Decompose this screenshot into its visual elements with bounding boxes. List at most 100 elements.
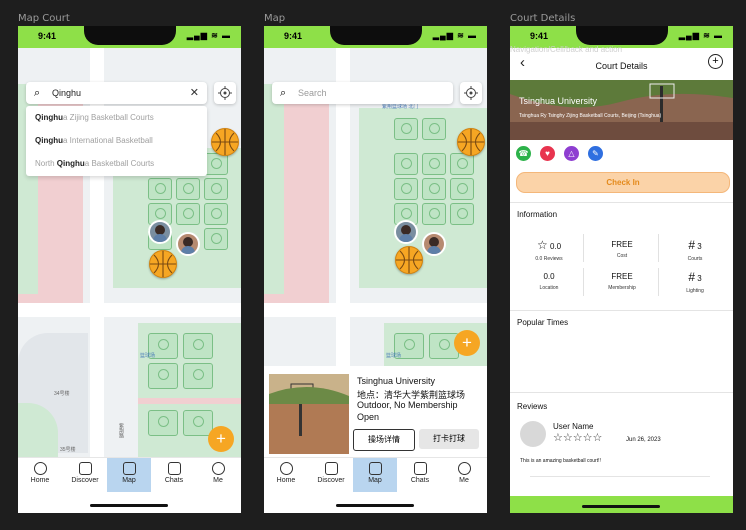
locate-button[interactable]	[214, 82, 236, 104]
locate-button[interactable]	[460, 82, 482, 104]
compass-icon	[324, 462, 338, 475]
clear-icon[interactable]: ✕	[190, 86, 199, 99]
stat-rating: ☆ 0.0 0.0 Reviews	[535, 238, 563, 262]
status-time: 9:41	[284, 31, 303, 41]
review-text: This is an amazing basketball court!!	[520, 458, 601, 464]
search-bar[interactable]: ⌕ Search	[272, 82, 453, 104]
add-button[interactable]: +	[208, 426, 234, 452]
check-in-play-button[interactable]: 打卡打球	[419, 429, 479, 449]
user-avatar-marker[interactable]	[394, 220, 418, 244]
phone-map-court: 9:41 ▂▄▆ ≋ ▬ 篮球场 34号楼 35号楼 紫荆路 ⌕ Qinghu …	[18, 26, 241, 513]
home-indicator	[336, 504, 414, 507]
user-avatar-marker[interactable]	[176, 232, 200, 256]
tab-map[interactable]: Map	[107, 458, 151, 492]
home-icon	[279, 462, 293, 475]
status-bar: 9:41 ▂▄▆ ≋ ▬	[18, 26, 241, 48]
star-icon: ☆	[536, 238, 548, 252]
search-bar[interactable]: ⌕ Qinghu ✕	[26, 82, 207, 104]
court-details-button[interactable]: 操场详情	[353, 429, 415, 451]
basketball-marker-selected[interactable]	[395, 246, 423, 274]
court-tags: Outdoor, No Membership	[357, 400, 458, 410]
reviews-heading: Reviews	[517, 402, 548, 411]
check-in-button[interactable]: Check In	[516, 172, 730, 193]
suggestion-item[interactable]: Qinghua International Basketball	[35, 136, 153, 145]
basketball-marker-selected[interactable]	[149, 250, 177, 278]
map-label-court: 篮球场	[386, 353, 402, 359]
reviewer-avatar	[520, 421, 546, 447]
reviewer-name: User Name	[553, 422, 594, 431]
stat-membership: FREE Membership	[608, 272, 636, 291]
stat-cost: FREE Cost	[611, 240, 633, 259]
home-indicator	[582, 505, 660, 508]
edit-icon[interactable]: ✎	[588, 146, 603, 161]
frame-label-court-details: Court Details	[510, 13, 576, 24]
popular-times-heading: Popular Times	[517, 318, 569, 327]
phone-icon[interactable]: ☎	[516, 146, 531, 161]
stat-lighting: # 3 Lighting	[686, 270, 704, 294]
home-indicator	[90, 504, 168, 507]
phone-court-details: 9:41 ▂▄▆ ≋ ▬ Navigation/Cell/back and ac…	[510, 26, 733, 513]
bell-icon[interactable]: △	[564, 146, 579, 161]
user-avatar-marker[interactable]	[148, 220, 172, 244]
map-label-bldg-35: 35号楼	[60, 447, 76, 453]
divider	[510, 310, 733, 311]
stat-courts: # 3 Courts	[687, 238, 703, 262]
review-stars: ☆☆☆☆☆	[553, 432, 603, 444]
court-photo	[269, 374, 349, 454]
tab-discover[interactable]: Discover	[63, 458, 107, 492]
heart-icon[interactable]: ♥	[540, 146, 555, 161]
hero-address: Tsinghua Ry Tsinghy Zijing Basketball Co…	[519, 113, 662, 119]
system-icons: ▂▄▆ ≋ ▬	[432, 31, 477, 40]
tab-chats[interactable]: Chats	[398, 458, 442, 492]
map-label-building: 紫荆篮球场 北门	[382, 104, 419, 110]
court-hero-image: Tsinghua University Tsinghua Ry Tsinghy …	[510, 80, 733, 140]
suggestion-item[interactable]: North Qinghua Basketball Courts	[35, 159, 154, 168]
map-label-bldg-34: 34号楼	[54, 391, 70, 397]
tab-me[interactable]: Me	[442, 458, 486, 492]
chat-icon	[413, 462, 427, 475]
page-title: Court Details	[595, 61, 648, 71]
tab-me[interactable]: Me	[196, 458, 240, 492]
tab-map[interactable]: Map	[353, 458, 397, 492]
status-bar: 9:41 ▂▄▆ ≋ ▬	[264, 26, 487, 48]
search-input[interactable]: Search	[298, 88, 327, 98]
review-date: Jun 26, 2023	[626, 437, 661, 443]
status-time: 9:41	[530, 31, 549, 41]
search-input[interactable]: Qinghu	[52, 88, 81, 98]
tab-home[interactable]: Home	[264, 458, 308, 492]
hash-icon: #	[688, 270, 695, 284]
tab-discover[interactable]: Discover	[309, 458, 353, 492]
tab-home[interactable]: Home	[18, 458, 62, 492]
map-icon	[368, 462, 382, 475]
notch	[330, 26, 422, 45]
map-icon	[122, 462, 136, 475]
court-card[interactable]: Tsinghua University 地点：清华大学紫荆篮球场 Outdoor…	[264, 366, 487, 457]
system-icons: ▂▄▆ ≋ ▬	[186, 31, 231, 40]
phone-map: 9:41 ▂▄▆ ≋ ▬ 紫荆篮球场 北门 篮球场 ⌕ Search + Tsi…	[264, 26, 487, 513]
crosshair-icon	[464, 86, 478, 100]
user-avatar-marker[interactable]	[422, 232, 446, 256]
user-icon	[211, 462, 225, 475]
search-suggestions: Qinghua Zijing Basketball Courts Qinghua…	[26, 106, 207, 176]
add-button[interactable]: +	[454, 330, 480, 356]
court-status: Open	[357, 412, 380, 422]
frame-label-map: Map	[264, 13, 286, 24]
navigation-component-label: Navigation/Cell/back and action	[510, 45, 623, 54]
basketball-marker[interactable]	[457, 128, 485, 156]
information-heading: Information	[517, 210, 558, 219]
chat-icon	[167, 462, 181, 475]
system-icons: ▂▄▆ ≋ ▬	[678, 31, 723, 40]
suggestion-item[interactable]: Qinghua Zijing Basketball Courts	[35, 113, 154, 122]
court-name: Tsinghua University	[357, 376, 436, 386]
tab-chats[interactable]: Chats	[152, 458, 196, 492]
add-icon[interactable]: +	[708, 54, 723, 69]
crosshair-icon	[218, 86, 232, 100]
search-icon: ⌕	[280, 87, 287, 99]
compass-icon	[78, 462, 92, 475]
stat-location: 0.0 Location	[539, 272, 559, 291]
hash-icon: #	[688, 238, 695, 252]
search-icon: ⌕	[34, 87, 41, 99]
basketball-marker[interactable]	[211, 128, 239, 156]
notch	[84, 26, 176, 45]
user-icon	[457, 462, 471, 475]
